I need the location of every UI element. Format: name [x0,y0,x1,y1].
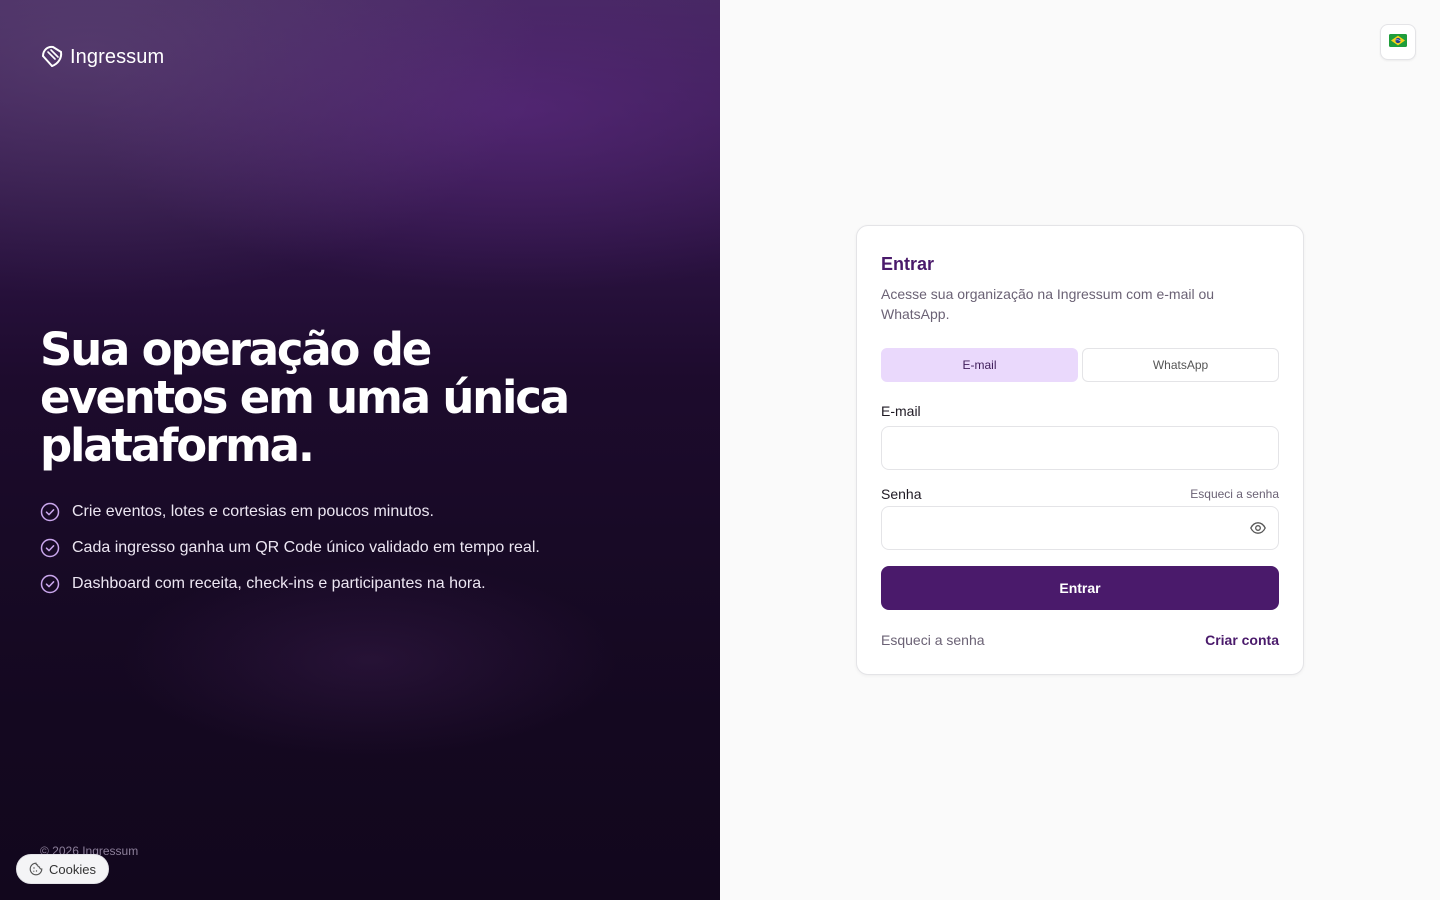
email-label: E-mail [881,403,921,419]
check-circle-icon [40,502,60,522]
login-card: Entrar Acesse sua organização na Ingress… [856,225,1304,675]
feature-item: Crie eventos, lotes e cortesias em pouco… [40,500,540,524]
brand-name: Ingressum [70,45,165,68]
login-description: Acesse sua organização na Ingressum com … [881,286,1215,322]
tab-email[interactable]: E-mail [881,348,1078,382]
footer-forgot-password-link[interactable]: Esqueci a senha [881,632,985,648]
feature-item: Dashboard com receita, check-ins e parti… [40,572,540,596]
cookies-label: Cookies [49,861,96,877]
login-title: Entrar [881,254,935,274]
password-label: Senha [881,486,922,502]
feature-text: Cada ingresso ganha um QR Code único val… [72,539,540,556]
create-account-link[interactable]: Criar conta [1205,632,1279,648]
brand: Ingressum [40,44,164,70]
language-button[interactable] [1380,24,1416,60]
email-input[interactable] [881,426,1279,470]
feature-list: Crie eventos, lotes e cortesias em pouco… [40,500,540,608]
tab-whatsapp[interactable]: WhatsApp [1082,348,1279,382]
check-circle-icon [40,538,60,558]
password-input[interactable] [881,506,1279,550]
eye-icon[interactable] [1249,519,1267,537]
login-method-tabs: E-mail WhatsApp [881,348,1279,382]
feature-text: Dashboard com receita, check-ins e parti… [72,575,486,592]
password-field-wrap [881,506,1279,550]
feature-text: Crie eventos, lotes e cortesias em pouco… [72,503,434,520]
card-footer: Esqueci a senha Criar conta [881,632,1279,648]
cookies-button[interactable]: Cookies [16,854,109,884]
brazil-flag-icon [1389,34,1407,50]
hero-headline: Sua operação de eventos em uma única pla… [40,323,570,472]
submit-button[interactable]: Entrar [881,566,1279,610]
logo-icon [40,44,64,70]
hero-panel: Ingressum Sua operação de eventos em uma… [0,0,720,900]
login-panel: Entrar Acesse sua organização na Ingress… [720,0,1440,900]
feature-item: Cada ingresso ganha um QR Code único val… [40,536,540,560]
check-circle-icon [40,574,60,594]
password-label-row: Senha Esqueci a senha [881,486,1279,502]
forgot-password-link[interactable]: Esqueci a senha [1190,487,1279,501]
cookie-icon [29,862,43,876]
